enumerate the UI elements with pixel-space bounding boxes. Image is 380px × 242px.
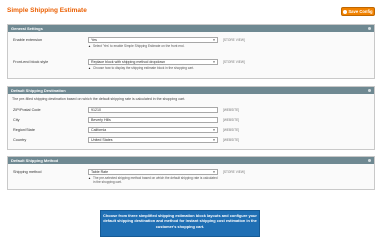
region-value: California <box>91 128 107 132</box>
enable-extension-select[interactable]: Yes ▼ <box>88 37 218 43</box>
collapse-icon[interactable] <box>368 159 371 162</box>
block-style-value: Replace block with shipping method dropd… <box>91 60 166 64</box>
zip-label: ZIP/Postal Code <box>13 108 41 112</box>
default-destination-section: Default Shipping Destination The pre-fil… <box>7 86 375 150</box>
country-label: Country <box>13 138 27 142</box>
block-style-label: Front-end block style <box>13 60 49 64</box>
note-arrow-icon: ▲ <box>88 66 91 70</box>
country-value: United States <box>91 138 113 142</box>
enable-extension-note: ▲ Select 'Yes' to enable Simple Shipping… <box>88 44 218 48</box>
block-style-note-text: Choose how to display the shipping estim… <box>93 66 194 70</box>
default-method-header[interactable]: Default Shipping Method <box>8 157 374 164</box>
general-settings-section: General Settings Enable extension Yes ▼ … <box>7 24 375 79</box>
enable-extension-label: Enable extension <box>13 38 43 42</box>
block-style-select[interactable]: Replace block with shipping method dropd… <box>88 59 218 65</box>
shipping-method-note-text: The pre-selected shipping method based o… <box>93 176 218 185</box>
save-icon <box>343 9 348 14</box>
default-destination-comment: The pre-filled shipping destination base… <box>12 97 186 101</box>
city-label: City <box>13 118 20 122</box>
city-input[interactable]: Beverly Hills <box>88 117 218 123</box>
shipping-method-scope: [STORE VIEW] <box>223 170 245 174</box>
enable-extension-note-text: Select 'Yes' to enable Simple Shipping E… <box>93 44 185 48</box>
country-scope: [WEBSITE] <box>223 138 240 142</box>
feature-callout-text: Choose from three simplified shipping es… <box>103 213 257 229</box>
default-destination-header[interactable]: Default Shipping Destination <box>8 87 374 94</box>
note-arrow-icon: ▲ <box>88 44 91 48</box>
zip-scope: [WEBSITE] <box>223 108 240 112</box>
chevron-down-icon: ▼ <box>212 38 216 42</box>
zip-value: 91210 <box>91 108 101 112</box>
enable-extension-value: Yes <box>91 38 97 42</box>
general-settings-title: General Settings <box>11 26 43 31</box>
chevron-down-icon: ▼ <box>212 138 216 142</box>
save-config-button[interactable]: Save Config <box>341 7 375 16</box>
zip-input[interactable]: 91210 <box>88 107 218 113</box>
shipping-method-note: ▲ The pre-selected shipping method based… <box>88 176 218 185</box>
block-style-scope: [STORE VIEW] <box>223 60 245 64</box>
city-value: Beverly Hills <box>91 118 111 122</box>
note-arrow-icon: ▲ <box>88 176 91 180</box>
region-select[interactable]: California ▼ <box>88 127 218 133</box>
general-settings-header[interactable]: General Settings <box>8 25 374 32</box>
shipping-method-value: Table Rate <box>91 170 109 174</box>
chevron-down-icon: ▼ <box>212 128 216 132</box>
shipping-method-select[interactable]: Table Rate ▼ <box>88 169 218 175</box>
chevron-down-icon: ▼ <box>212 170 216 174</box>
region-scope: [WEBSITE] <box>223 128 240 132</box>
feature-callout: Choose from three simplified shipping es… <box>100 210 260 237</box>
country-select[interactable]: United States ▼ <box>88 137 218 143</box>
city-scope: [WEBSITE] <box>223 118 240 122</box>
enable-extension-scope: [STORE VIEW] <box>223 38 245 42</box>
default-destination-title: Default Shipping Destination <box>11 88 66 93</box>
chevron-down-icon: ▼ <box>212 60 216 64</box>
default-method-title: Default Shipping Method <box>11 158 59 163</box>
shipping-method-label: Shipping method <box>13 170 42 174</box>
default-method-section: Default Shipping Method Shipping method … <box>7 156 375 190</box>
page-title: Simple Shipping Estimate <box>7 7 87 14</box>
collapse-icon[interactable] <box>368 27 371 30</box>
region-label: Region/State <box>13 128 35 132</box>
collapse-icon[interactable] <box>368 89 371 92</box>
block-style-note: ▲ Choose how to display the shipping est… <box>88 66 218 70</box>
save-config-label: Save Config <box>348 9 373 14</box>
